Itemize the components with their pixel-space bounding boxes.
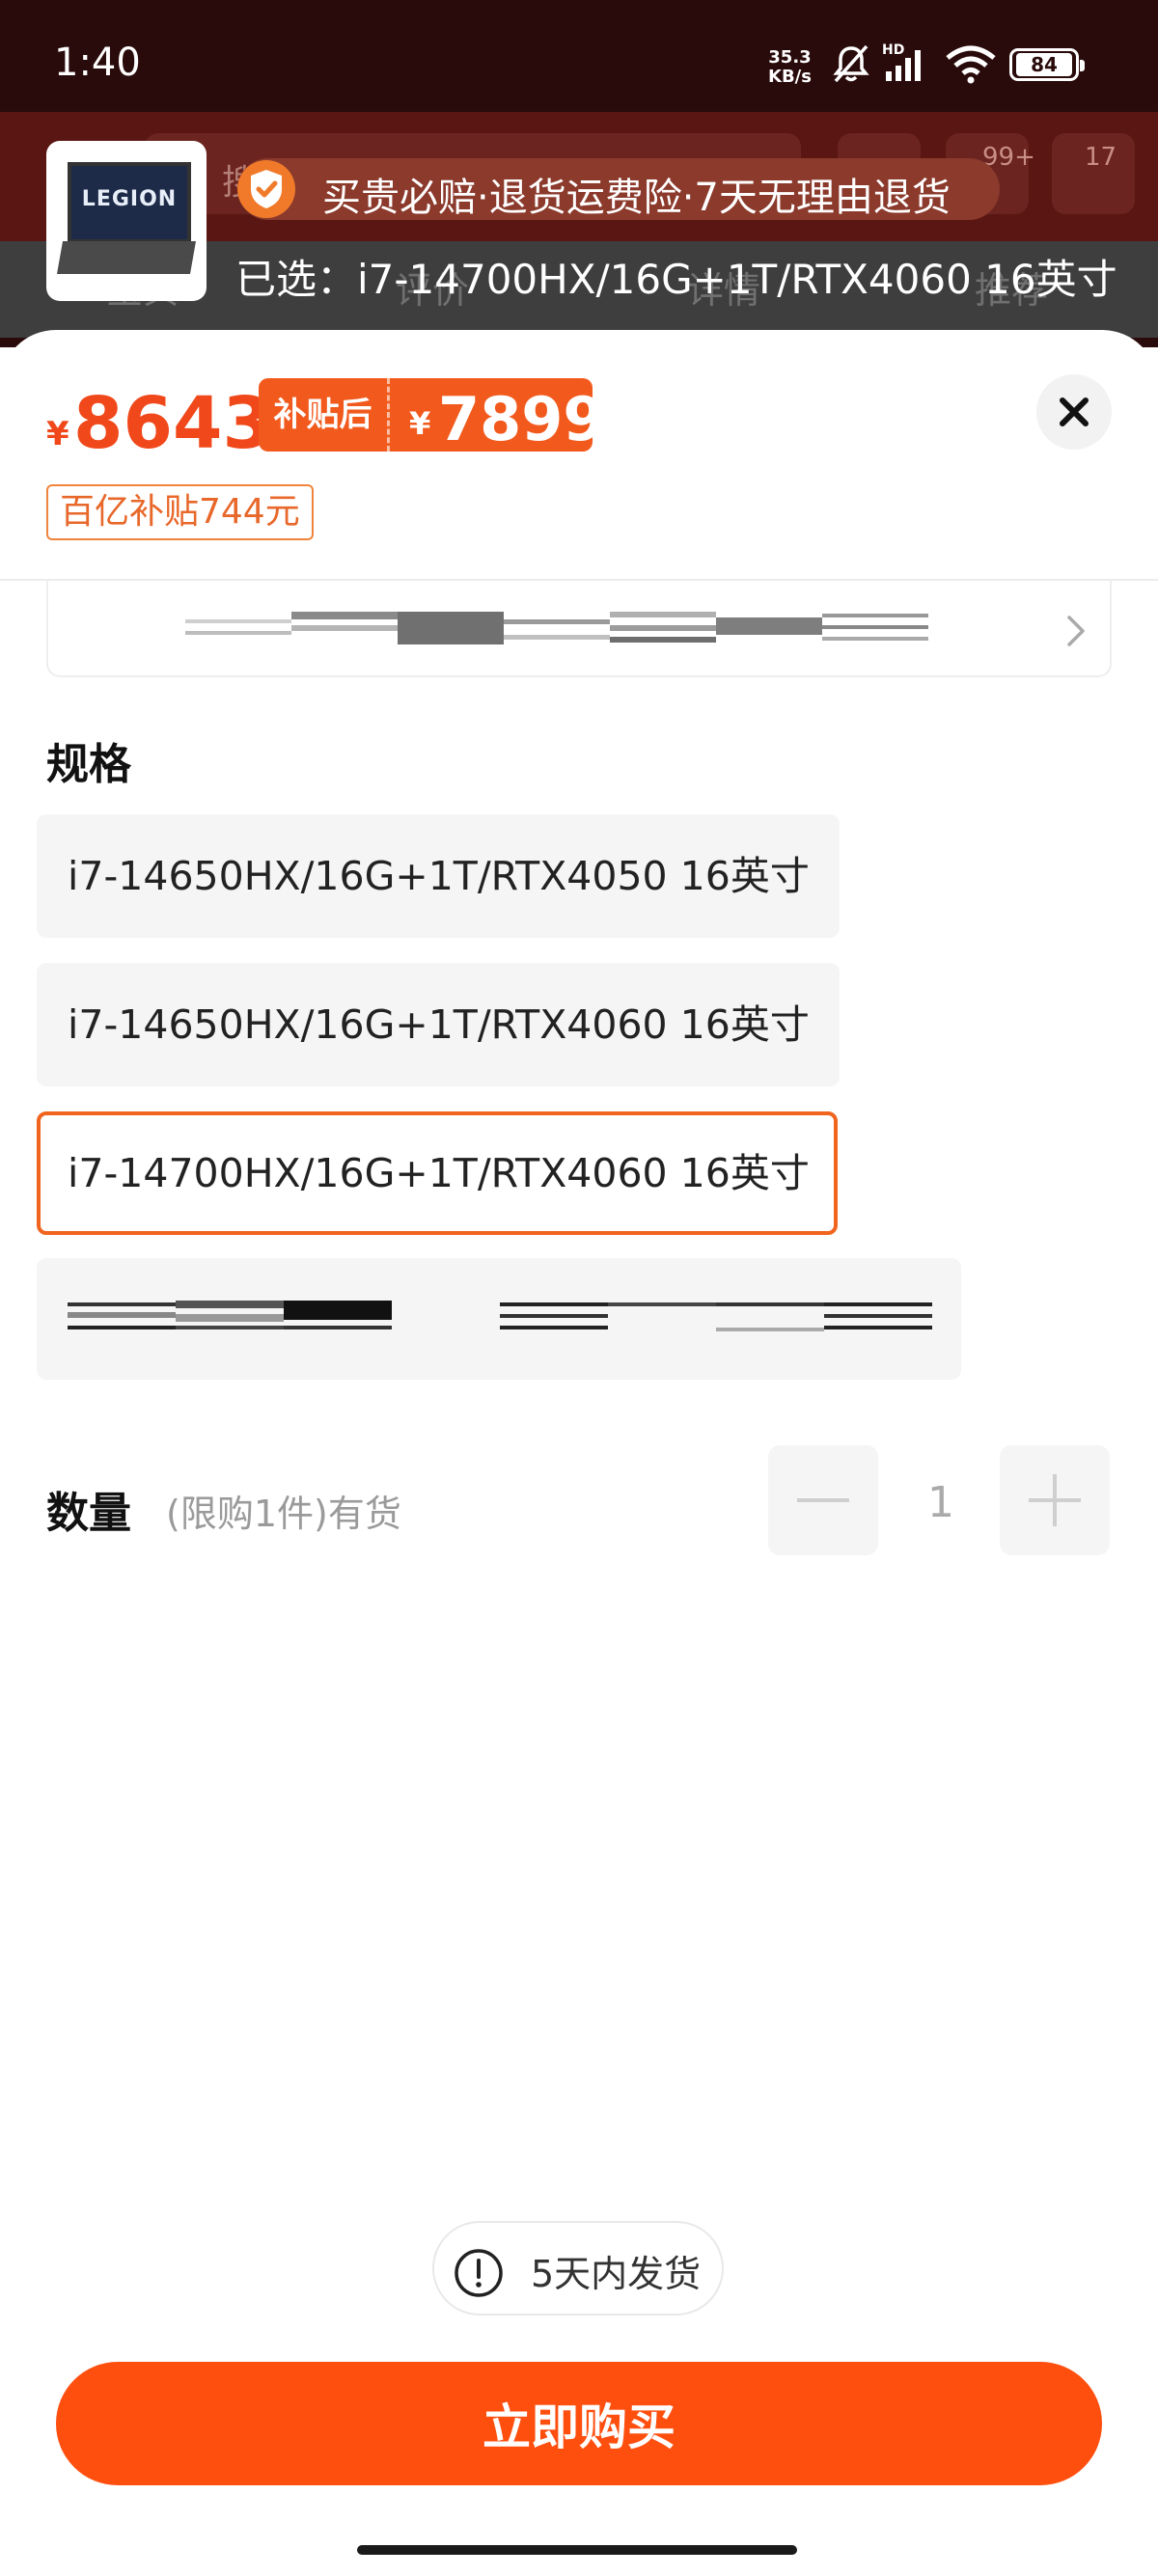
quantity-note: (限购1件)有货: [166, 1493, 401, 1535]
subsidy-currency: ¥: [409, 405, 431, 442]
chevron-right-icon: [1067, 616, 1085, 646]
promo-text: 买贵必赔·退货运费险·7天无理由退货: [322, 176, 951, 220]
buy-now-button[interactable]: 立即购买: [56, 2362, 1102, 2485]
product-thumbnail[interactable]: LEGION: [46, 141, 207, 301]
mute-bell-icon: [833, 44, 869, 83]
original-price: 8643: [73, 382, 272, 465]
spec-section-title: 规格: [46, 740, 131, 789]
spec-option-selected[interactable]: i7-14700HX/16G+1T/RTX4060 16英寸: [37, 1111, 838, 1235]
subsidy-tag: 百亿补贴744元: [46, 484, 314, 540]
net-speed-unit: KB/s: [768, 67, 812, 87]
wifi-icon: [946, 45, 996, 84]
selected-spec-summary: 已选：i7-14700HX/16G+1T/RTX4060 16英寸: [235, 256, 1117, 303]
subsidy-price: 7899: [438, 384, 605, 454]
status-bar: 1:40 35.3 KB/s HD 84: [0, 0, 1158, 116]
subsidy-label: 补贴后: [259, 378, 390, 452]
background-message-badge: 17: [1085, 143, 1117, 172]
net-speed-value: 35.3: [768, 47, 812, 68]
quantity-title: 数量: [46, 1489, 131, 1538]
signal-icon: [886, 50, 921, 81]
status-time: 1:40: [54, 41, 141, 85]
redacted-spec-text: [68, 1301, 932, 1331]
redacted-address: [185, 612, 928, 644]
battery-level: 84: [1016, 53, 1072, 76]
laptop-base: [57, 241, 196, 274]
spec-option[interactable]: i7-14650HX/16G+1T/RTX4050 16英寸: [37, 814, 840, 938]
price-currency: ¥: [46, 415, 69, 453]
quantity-value[interactable]: 1: [907, 1478, 975, 1527]
shield-check-icon: [237, 160, 295, 218]
close-icon: [1060, 397, 1089, 426]
home-indicator[interactable]: [357, 2545, 797, 2555]
quantity-increase-button[interactable]: [1000, 1445, 1110, 1555]
info-exclamation-icon: [455, 2249, 503, 2297]
minus-icon: [797, 1498, 849, 1502]
battery-icon: 84: [1009, 48, 1085, 81]
shipping-text: 5天内发货: [531, 2253, 702, 2295]
net-speed: 35.3 KB/s: [768, 48, 812, 87]
plus-icon: [1029, 1474, 1081, 1526]
spec-option[interactable]: i7-14650HX/16G+1T/RTX4060 16英寸: [37, 963, 840, 1086]
close-button[interactable]: [1036, 374, 1112, 450]
quantity-decrease-button[interactable]: [768, 1445, 878, 1555]
product-logo: LEGION: [81, 187, 178, 211]
